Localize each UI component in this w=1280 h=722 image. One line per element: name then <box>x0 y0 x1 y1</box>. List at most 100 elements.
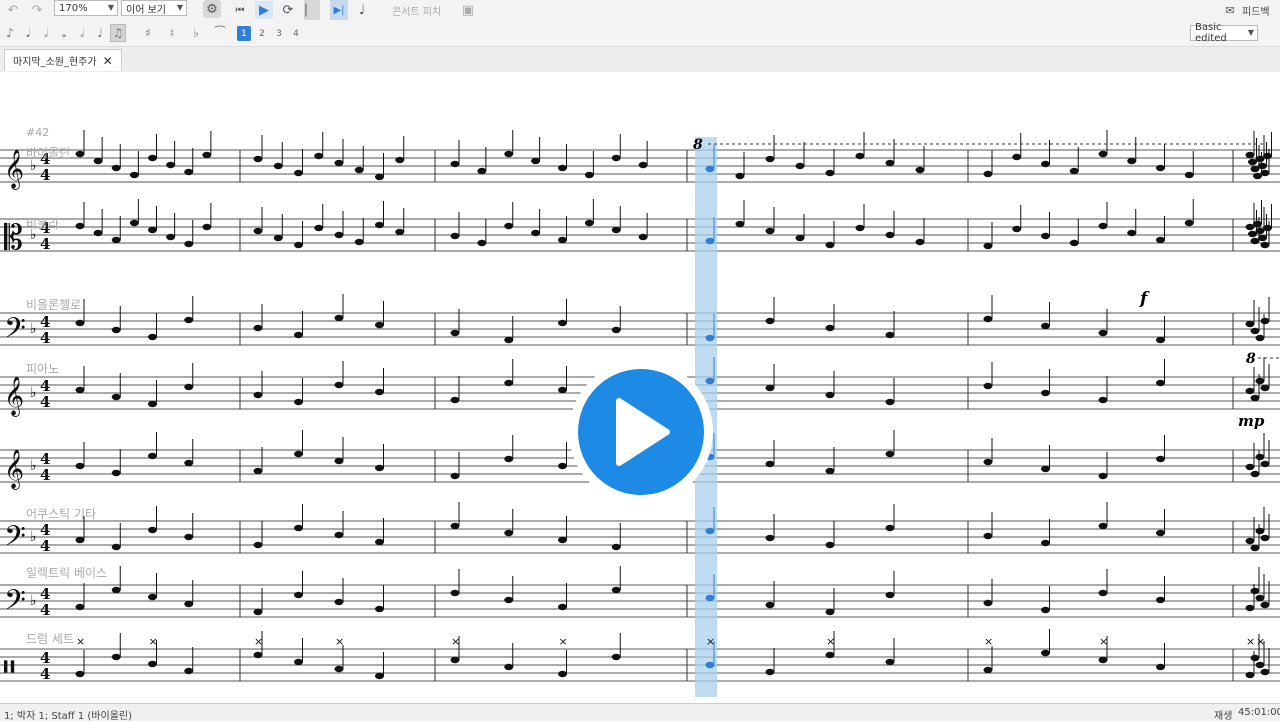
note-head <box>450 522 460 530</box>
feedback-button[interactable]: 피드백 <box>1242 3 1270 18</box>
note-head <box>314 224 324 232</box>
note-head <box>638 233 648 241</box>
chevron-down-icon: ▼ <box>176 3 183 12</box>
note-head <box>885 231 895 239</box>
note-head <box>1260 601 1270 609</box>
metronome-icon[interactable]: ♩ <box>354 1 370 19</box>
instrument-label-viola: 비올라 <box>26 217 60 231</box>
note-head <box>1098 222 1108 230</box>
score-tab[interactable]: 마지막_소원_현주가 ✕ <box>4 49 122 71</box>
note-head <box>1098 329 1108 337</box>
note-head <box>705 594 715 602</box>
dotted-half-icon[interactable]: 𝅗𝅥 <box>74 24 90 42</box>
note-head <box>75 319 85 327</box>
note-head <box>825 391 835 399</box>
note-head <box>253 608 263 616</box>
whole-note-icon[interactable]: 𝅝 <box>56 24 72 42</box>
note-head <box>253 467 263 475</box>
note-head <box>314 152 324 160</box>
concert-pitch-button[interactable]: 콘서트 피치 <box>392 3 441 18</box>
note-head <box>765 317 775 325</box>
note-head <box>504 596 514 604</box>
loop-icon[interactable]: ⟳ <box>280 1 296 19</box>
note-head <box>75 462 85 470</box>
note-head <box>1098 656 1108 664</box>
voice-3-button[interactable]: 3 <box>272 26 286 41</box>
note-head <box>825 541 835 549</box>
note-head <box>1156 236 1165 244</box>
score-view[interactable]: × × × × × × × × × × × × 𝄞 4 4 ♭ 𝄡 4 4 ♭ 𝄢 4 4 ♭ 𝄞 4 4 ♭ 𝄞 4 4 ♭ 𝄢 4 4 ♭ 𝄢 4 4… <box>0 72 1280 703</box>
clef-symbol: 𝄥 <box>4 648 15 688</box>
note-head <box>705 527 715 535</box>
sharp-icon[interactable]: ♯ <box>140 24 156 42</box>
time-signature-bottom: 4 <box>40 235 50 253</box>
view-mode-select[interactable]: 이어 보기 ▼ <box>121 0 187 16</box>
status-bar: 1; 박자 1; Staff 1 (바이올린) 재생 45:01:000 <box>0 703 1280 722</box>
workspace-select[interactable]: Basic edited ▼ <box>1190 22 1258 44</box>
note-head <box>765 534 775 542</box>
note-head <box>1255 594 1265 602</box>
play-icon[interactable]: ▶ <box>255 1 273 19</box>
note-head <box>1258 234 1267 242</box>
rewind-icon[interactable]: ⏮ <box>232 1 248 19</box>
note-head <box>1127 229 1137 237</box>
tie-icon[interactable]: ⁀ <box>212 24 228 42</box>
note-head <box>735 220 745 228</box>
zoom-select[interactable]: 170% ▼ <box>54 0 118 16</box>
note-head <box>1260 384 1270 392</box>
mail-icon[interactable]: ✉ <box>1222 1 1238 19</box>
note-head <box>1156 529 1165 537</box>
note-head <box>395 228 405 236</box>
note-head <box>184 533 194 541</box>
note-head <box>885 524 895 532</box>
note-head <box>111 586 121 594</box>
note-head <box>75 670 85 678</box>
note-input-mode-icon[interactable]: ♪ <box>2 24 18 42</box>
note-head <box>1012 153 1022 161</box>
time-signature-bottom: 4 <box>40 166 50 184</box>
voice-1-button[interactable]: 1 <box>237 26 251 41</box>
flat-icon[interactable]: ♭ <box>188 24 204 42</box>
dot-icon[interactable]: ♩ <box>92 24 108 42</box>
note-head <box>983 458 993 466</box>
note-head <box>915 238 925 246</box>
voice-4-button[interactable]: 4 <box>289 26 303 41</box>
note-head <box>253 324 263 332</box>
voice-2-button[interactable]: 2 <box>255 26 269 41</box>
note-head <box>1260 460 1270 468</box>
play-repeats-icon[interactable]: ▶| <box>330 0 348 20</box>
metronome-settings-icon[interactable]: ⚙ <box>203 0 221 18</box>
half-note-icon[interactable]: 𝅗𝅥 <box>38 24 54 42</box>
note-head <box>184 316 194 324</box>
note-head <box>1098 522 1108 530</box>
note-head <box>111 326 121 334</box>
loop-in-icon[interactable]: ⎸ <box>304 0 320 20</box>
note-head <box>1250 587 1260 595</box>
video-play-button[interactable] <box>569 360 713 504</box>
sixteenth-note-icon[interactable]: 𝅘𝅥 <box>20 24 36 42</box>
note-head <box>450 396 460 404</box>
instrument-label-cello: 비올론첼로 <box>26 298 82 312</box>
note-head <box>148 226 157 234</box>
undo-icon[interactable]: ↶ <box>4 1 22 19</box>
note-head <box>558 386 567 394</box>
close-icon[interactable]: ✕ <box>103 54 113 68</box>
hihat-note: × <box>76 635 85 648</box>
hihat-note: × <box>149 635 158 648</box>
note-head <box>504 222 514 230</box>
note-head <box>148 593 157 601</box>
note-head <box>1258 162 1267 170</box>
note-head <box>111 393 121 401</box>
workspace-value: Basic edited <box>1195 22 1227 44</box>
camera-icon[interactable]: ▣ <box>460 1 476 19</box>
note-head <box>184 459 194 467</box>
note-head <box>1041 465 1050 473</box>
note-head <box>111 236 121 244</box>
redo-icon[interactable]: ↷ <box>28 1 46 19</box>
note-head <box>1041 649 1050 657</box>
note-head <box>765 155 775 163</box>
natural-icon[interactable]: ♮ <box>164 24 180 42</box>
note-head <box>253 155 263 163</box>
note-head <box>294 241 303 249</box>
eighth-note-icon[interactable]: ♫ <box>110 24 126 42</box>
